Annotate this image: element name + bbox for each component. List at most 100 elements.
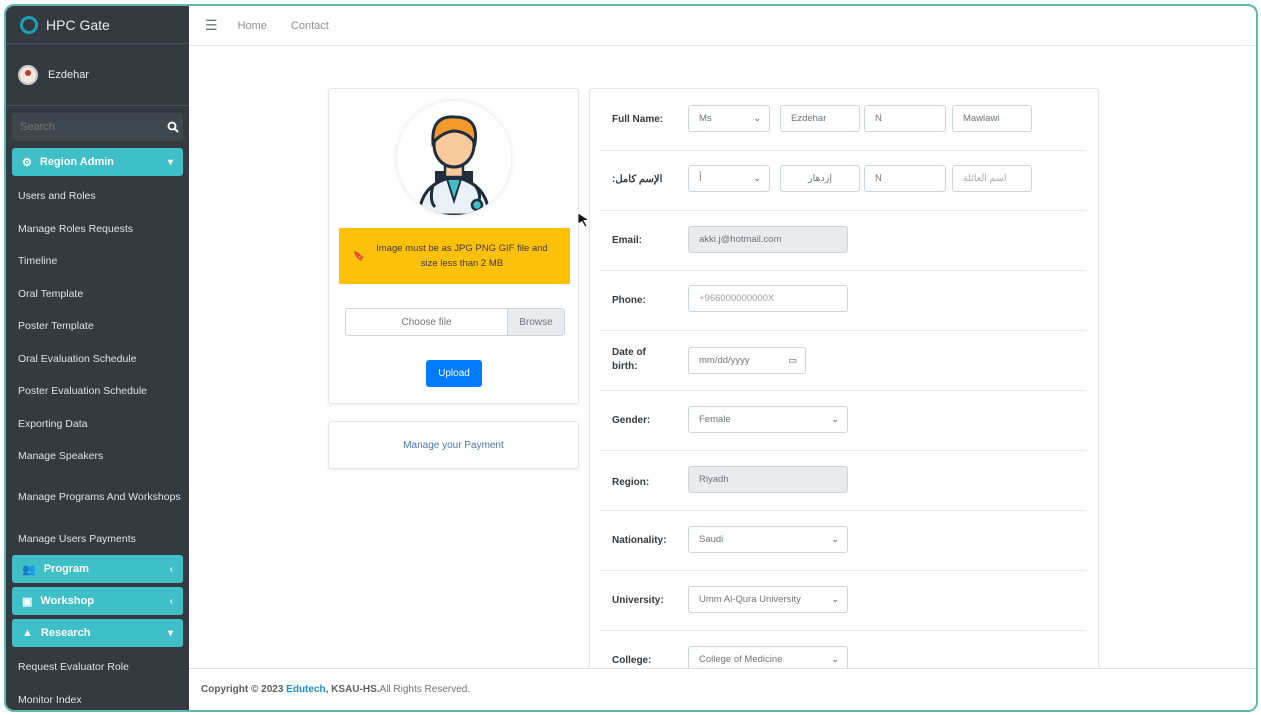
briefcase-icon: ▣	[22, 595, 33, 608]
sidebar-item-poster-evaluation-schedule[interactable]: Poster Evaluation Schedule	[6, 375, 189, 408]
form-row-gender: Gender: Female ⌄	[600, 391, 1086, 451]
form-row-email: Email: akki.j@hotmail.com	[600, 211, 1086, 271]
sidebar-item-manage-users-payments[interactable]: Manage Users Payments	[6, 523, 189, 556]
upload-button[interactable]: Upload	[426, 360, 482, 387]
university-select-value: Umm Al-Qura University	[699, 594, 801, 605]
search-input[interactable]	[12, 113, 162, 141]
image-requirements-text: Image must be as JPG PNG GIF file and si…	[376, 243, 548, 269]
gender-select[interactable]: Female ⌄	[688, 406, 848, 433]
dob-field-value: mm/dd/yyyy	[699, 355, 750, 366]
sidebar-item-oral-evaluation-schedule[interactable]: Oral Evaluation Schedule	[6, 343, 189, 376]
user-name: Ezdehar	[48, 68, 89, 81]
gear-icon: ⚙	[22, 156, 32, 169]
email-label: Email:	[612, 235, 643, 246]
arabic-title-select[interactable]: أ ⌄	[688, 165, 770, 192]
chevron-left-icon: ‹	[169, 563, 173, 575]
app-window: HPC Gate Ezdehar ⚙ Region Admin ▾ Users …	[4, 4, 1258, 712]
title-select[interactable]: Ms ⌄	[688, 105, 770, 132]
university-select[interactable]: Umm Al-Qura University ⌄	[688, 586, 848, 613]
sidebar-item-manage-programs[interactable]: Manage Programs And Workshops	[6, 473, 189, 523]
last-name-input[interactable]: Mawlawi	[952, 105, 1032, 132]
sidebar-item-manage-roles-requests[interactable]: Manage Roles Requests	[6, 213, 189, 246]
college-label: College:	[612, 655, 652, 666]
footer-org: , KSAU-HS.	[325, 684, 380, 695]
university-label: University:	[612, 595, 664, 606]
arabic-last-name-input[interactable]: اسم العائلة	[952, 165, 1032, 192]
region-label: Region:	[612, 477, 650, 488]
sidebar-group-label: Region Admin	[39, 156, 115, 168]
image-requirements-alert: 🔖 Image must be as JPG PNG GIF file and …	[339, 228, 570, 284]
footer: Copyright © 2023 Edutech , KSAU-HS. All …	[189, 668, 1256, 710]
form-row-nationality: Nationality: Saudi ⌄	[600, 511, 1086, 571]
chevron-down-icon: ⌄	[831, 414, 839, 424]
user-chalkboard-icon: ▲	[22, 627, 33, 639]
sidebar-group-label: Research	[40, 627, 91, 639]
college-select-value: College of Medicine	[699, 654, 783, 665]
phone-field[interactable]: +966000000000X	[688, 285, 848, 312]
sidebar-item-timeline[interactable]: Timeline	[6, 245, 189, 278]
chevron-down-icon: ⌄	[831, 594, 839, 604]
nav-link-contact[interactable]: Contact	[291, 20, 329, 32]
full-name-label: Full Name:	[612, 114, 664, 125]
file-chooser[interactable]: Choose file Browse	[345, 308, 565, 336]
sidebar-item-poster-template[interactable]: Poster Template	[6, 310, 189, 343]
sidebar-group-region-admin[interactable]: ⚙ Region Admin ▾	[12, 148, 183, 176]
profile-picture-card: 🔖 Image must be as JPG PNG GIF file and …	[328, 88, 579, 404]
sidebar-item-request-evaluator-role[interactable]: Request Evaluator Role	[6, 651, 189, 684]
sidebar-group-label: Program	[43, 563, 89, 575]
users-icon: 👥	[22, 563, 36, 576]
email-field[interactable]: akki.j@hotmail.com	[688, 226, 848, 253]
nationality-select[interactable]: Saudi ⌄	[688, 526, 848, 553]
sidebar-group-label: Workshop	[40, 595, 94, 607]
manage-payment-link[interactable]: Manage your Payment	[403, 440, 504, 451]
dob-label: Date of birth:	[612, 347, 646, 372]
chevron-down-icon: ⌄	[753, 113, 761, 123]
footer-rights: All Rights Reserved.	[379, 684, 471, 695]
nationality-select-value: Saudi	[699, 534, 724, 545]
region-field[interactable]: Riyadh	[688, 466, 848, 493]
gender-select-value: Female	[699, 414, 731, 425]
profile-form-card: Full Name: Ms ⌄ Ezdehar N Mawlawi :الإسم …	[589, 88, 1099, 688]
sidebar-group-workshop[interactable]: ▣ Workshop ‹	[12, 587, 183, 615]
sidebar-item-monitor-index[interactable]: Monitor Index	[6, 684, 189, 711]
payment-card: Manage your Payment	[328, 421, 579, 469]
sidebar-item-users-and-roles[interactable]: Users and Roles	[6, 180, 189, 213]
brand[interactable]: HPC Gate	[6, 6, 189, 44]
hamburger-menu-icon[interactable]: ☰	[205, 17, 218, 34]
sidebar-group-research[interactable]: ▲ Research ▾	[12, 619, 183, 647]
search-icon[interactable]	[162, 113, 183, 141]
nav-link-home[interactable]: Home	[238, 20, 267, 32]
user-panel[interactable]: Ezdehar	[6, 44, 189, 106]
arabic-first-name-input[interactable]: إزدهار	[780, 165, 860, 192]
brand-logo-icon	[20, 15, 38, 34]
sidebar-item-manage-speakers[interactable]: Manage Speakers	[6, 440, 189, 473]
chevron-down-icon: ⌄	[753, 173, 761, 183]
first-name-input[interactable]: Ezdehar	[780, 105, 860, 132]
calendar-icon[interactable]: ▭	[788, 355, 797, 366]
sidebar-search	[12, 113, 183, 141]
form-row-full-name: Full Name: Ms ⌄ Ezdehar N Mawlawi	[600, 89, 1086, 151]
doctor-avatar-icon	[397, 101, 511, 215]
middle-name-input[interactable]: N	[864, 105, 946, 132]
sidebar: HPC Gate Ezdehar ⚙ Region Admin ▾ Users …	[6, 6, 189, 710]
arabic-title-select-value: أ	[699, 173, 702, 184]
choose-file-label[interactable]: Choose file	[346, 309, 507, 335]
footer-company-link[interactable]: Edutech	[286, 684, 325, 695]
sidebar-group-program[interactable]: 👥 Program ‹	[12, 555, 183, 583]
form-row-region: Region: Riyadh	[600, 451, 1086, 511]
sidebar-item-oral-template[interactable]: Oral Template	[6, 278, 189, 311]
arabic-name-label: :الإسم كامل	[612, 174, 663, 185]
arabic-middle-name-input[interactable]: N	[864, 165, 946, 192]
form-row-university: University: Umm Al-Qura University ⌄	[600, 571, 1086, 631]
title-select-value: Ms	[699, 113, 712, 124]
top-navbar: ☰ Home Contact	[189, 6, 1256, 46]
chevron-down-icon: ⌄	[831, 534, 839, 544]
phone-label: Phone:	[612, 295, 646, 306]
sidebar-item-exporting-data[interactable]: Exporting Data	[6, 408, 189, 441]
dob-field[interactable]: mm/dd/yyyy ▭	[688, 347, 806, 374]
footer-prefix: Copyright © 2023	[201, 684, 284, 695]
mouse-cursor-icon	[577, 212, 591, 228]
nationality-label: Nationality:	[612, 535, 667, 546]
browse-button[interactable]: Browse	[507, 309, 564, 335]
chevron-down-icon: ⌄	[831, 654, 839, 664]
